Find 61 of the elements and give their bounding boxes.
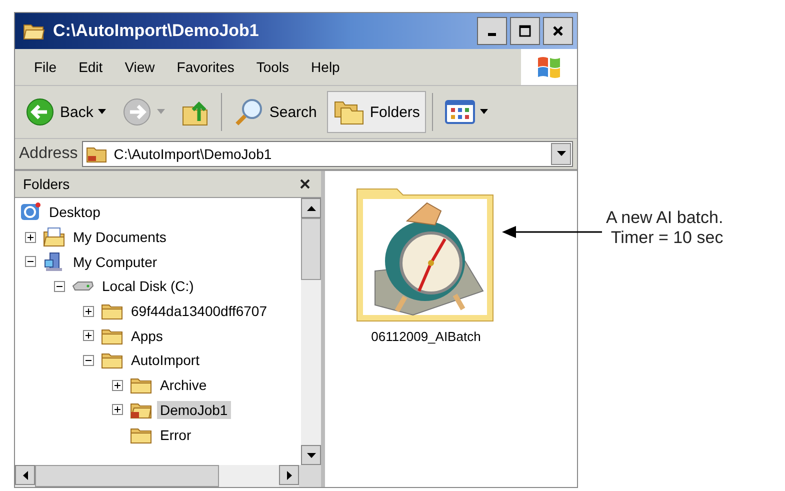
dropdown-button[interactable] (551, 143, 571, 165)
desktop-icon (19, 202, 41, 222)
collapse-toggle-icon[interactable] (83, 354, 94, 366)
dropdown-caret-icon (556, 151, 566, 157)
file-name[interactable]: 06112009_AIBatch (371, 329, 481, 344)
pane-title: Folders (23, 176, 70, 192)
scroll-thumb[interactable] (35, 465, 219, 487)
scroll-right-arrow-icon[interactable] (286, 470, 292, 480)
address-label: Address (19, 145, 78, 163)
dropdown-caret-icon (157, 109, 166, 115)
menu-item[interactable]: Tools (245, 59, 300, 75)
menu-item[interactable]: Favorites (166, 59, 246, 75)
maximize-button[interactable] (510, 17, 540, 45)
computer-icon (43, 252, 65, 272)
tree-item[interactable]: My Computer (70, 252, 160, 271)
menu-item[interactable]: File (23, 59, 68, 75)
dropdown-caret-icon (480, 109, 488, 115)
scroll-up-arrow-icon[interactable] (306, 206, 316, 210)
tree-item[interactable]: 69f44da13400dff6707 (128, 302, 270, 320)
scroll-down-arrow-icon[interactable] (306, 452, 316, 458)
search-button[interactable]: Search (228, 91, 323, 133)
expand-toggle-icon[interactable] (112, 404, 123, 416)
back-button[interactable]: Back (19, 91, 112, 133)
menu-item[interactable]: Help (300, 59, 351, 75)
window-title: C:\AutoImport\DemoJob1 (53, 21, 260, 41)
expand-toggle-icon[interactable] (83, 306, 94, 317)
vertical-scrollbar[interactable] (301, 198, 321, 465)
tree-item[interactable]: Archive (157, 376, 210, 394)
tree-item[interactable]: Apps (128, 326, 166, 345)
collapse-toggle-icon[interactable] (54, 280, 65, 292)
close-button[interactable] (543, 17, 573, 45)
collapse-toggle-icon[interactable] (25, 256, 36, 268)
address-field[interactable]: C:\AutoImport\DemoJob1 (82, 141, 573, 167)
menu-item[interactable]: Edit (68, 59, 114, 75)
scroll-left-arrow-icon[interactable] (22, 470, 28, 480)
maximize-icon (519, 25, 531, 37)
tree-item[interactable]: AutoImport (128, 351, 202, 370)
folders-button[interactable]: Folders (326, 91, 426, 133)
minimize-icon (488, 33, 496, 36)
documents-folder-icon (43, 227, 65, 248)
scroll-thumb[interactable] (301, 218, 321, 280)
views-grid-icon (444, 99, 475, 125)
menu-item[interactable]: View (114, 59, 166, 75)
tree-item[interactable]: Desktop (46, 203, 104, 222)
tree-item[interactable]: Local Disk (C:) (99, 277, 197, 296)
close-icon[interactable] (299, 178, 311, 190)
tree-item[interactable]: My Documents (70, 228, 170, 246)
folder-icon (86, 145, 108, 163)
minimize-button[interactable] (477, 17, 507, 45)
expand-toggle-icon[interactable] (83, 330, 94, 342)
tree-item[interactable]: Error (157, 426, 194, 444)
expand-toggle-icon[interactable] (112, 380, 123, 391)
expand-toggle-icon[interactable] (25, 232, 36, 243)
folder-icon (23, 22, 45, 40)
annotation-text: A new AI batch. Timer = 10 sec (606, 208, 724, 248)
search-icon (234, 97, 264, 127)
close-icon (552, 25, 564, 37)
dropdown-caret-icon (98, 109, 106, 115)
horizontal-scrollbar[interactable] (15, 465, 321, 487)
tree-item[interactable]: DemoJob1 (157, 400, 231, 419)
flag-logo-icon (536, 55, 562, 79)
